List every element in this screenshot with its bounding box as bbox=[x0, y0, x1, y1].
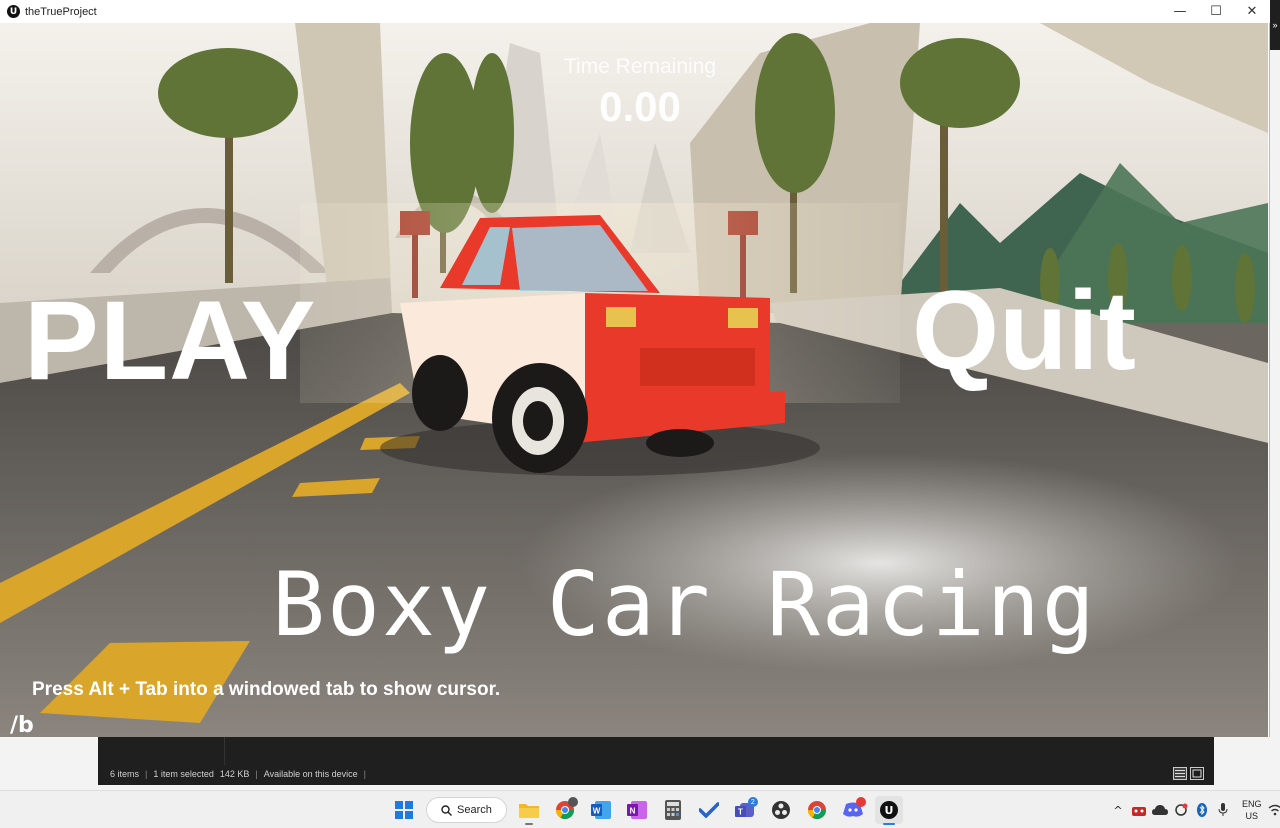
file-explorer-icon[interactable] bbox=[515, 796, 543, 825]
wifi-icon[interactable] bbox=[1267, 802, 1280, 818]
game-viewport[interactable]: Time Remaining 0.00 PLAY Quit Boxy Car R… bbox=[0, 23, 1268, 737]
start-windows-icon[interactable] bbox=[390, 796, 418, 824]
status-separator: | bbox=[255, 769, 258, 779]
time-remaining-label: Time Remaining bbox=[563, 55, 717, 78]
unreal-logo-icon: U bbox=[7, 5, 20, 18]
onedrive-cloud-icon[interactable] bbox=[1152, 802, 1168, 818]
window-title: theTrueProject bbox=[25, 5, 97, 18]
search-label: Search bbox=[457, 804, 492, 816]
input-language[interactable]: ENG US bbox=[1242, 798, 1262, 822]
items-count: 6 items bbox=[110, 769, 140, 779]
teams-notification-badge: 2 bbox=[747, 797, 758, 807]
file-explorer-window: 6 items | 1 item selected 142 KB | Avail… bbox=[98, 737, 1214, 785]
running-indicator bbox=[524, 823, 533, 825]
svg-text:N: N bbox=[629, 807, 635, 816]
chrome-profile-badge bbox=[567, 797, 578, 807]
microphone-icon[interactable] bbox=[1215, 802, 1231, 818]
tray-app-icon[interactable] bbox=[1131, 802, 1147, 818]
chevron-up-icon[interactable]: ^ bbox=[1110, 802, 1126, 818]
view-toggle bbox=[1173, 767, 1204, 780]
running-indicator bbox=[882, 823, 895, 825]
svg-text:W: W bbox=[593, 807, 601, 816]
window-titlebar[interactable]: U theTrueProject — ☐ ✕ bbox=[0, 0, 1270, 23]
selected-count: 1 item selected bbox=[153, 769, 214, 779]
chrome-profile-icon[interactable] bbox=[803, 796, 831, 824]
search-icon bbox=[441, 804, 452, 816]
time-remaining-value: 0.00 bbox=[599, 83, 681, 130]
windows-taskbar: Search W N T 2 U ^ ENG US bbox=[0, 790, 1280, 828]
game-window: U theTrueProject — ☐ ✕ Time Remaining 0.… bbox=[0, 0, 1270, 737]
svg-text:T: T bbox=[738, 808, 743, 817]
todo-check-icon[interactable] bbox=[695, 796, 723, 824]
region-code: US bbox=[1245, 811, 1259, 821]
obs-icon[interactable] bbox=[767, 796, 795, 824]
selected-size: 142 KB bbox=[219, 769, 250, 779]
corner-watermark: /b bbox=[10, 713, 34, 737]
discord-icon[interactable] bbox=[839, 796, 867, 824]
availability-status: Available on this device bbox=[263, 769, 358, 779]
sync-icon[interactable] bbox=[1173, 802, 1189, 818]
cursor-hint-text: Press Alt + Tab into a windowed tab to s… bbox=[32, 679, 501, 700]
teams-icon[interactable]: T 2 bbox=[731, 796, 759, 824]
pane-divider bbox=[224, 737, 225, 765]
side-expand-tab[interactable]: » bbox=[1270, 0, 1280, 50]
bluetooth-icon[interactable] bbox=[1194, 802, 1210, 818]
explorer-status-bar: 6 items | 1 item selected 142 KB | Avail… bbox=[110, 769, 366, 779]
system-tray: ^ ENG US bbox=[1110, 795, 1280, 825]
play-button[interactable]: PLAY bbox=[24, 285, 316, 397]
quit-button[interactable]: Quit bbox=[912, 275, 1136, 387]
window-controls: — ☐ ✕ bbox=[1162, 0, 1270, 23]
status-separator: | bbox=[363, 769, 367, 779]
calculator-icon[interactable] bbox=[659, 796, 687, 824]
maximize-button[interactable]: ☐ bbox=[1198, 0, 1234, 23]
close-button[interactable]: ✕ bbox=[1234, 0, 1270, 23]
taskbar-search-box[interactable]: Search bbox=[426, 797, 507, 823]
word-icon[interactable]: W bbox=[587, 796, 615, 824]
tiles-view-icon[interactable] bbox=[1190, 767, 1204, 780]
chrome-icon[interactable] bbox=[551, 796, 579, 824]
game-title: Boxy Car Racing bbox=[272, 553, 1097, 656]
minimize-button[interactable]: — bbox=[1162, 0, 1198, 23]
taskbar-apps: Search W N T 2 U bbox=[390, 795, 903, 825]
language-code: ENG bbox=[1242, 799, 1262, 809]
discord-notification-dot bbox=[855, 797, 866, 807]
onenote-icon[interactable]: N bbox=[623, 796, 651, 824]
svg-text:U: U bbox=[884, 804, 893, 817]
details-view-icon[interactable] bbox=[1173, 767, 1187, 780]
status-separator: | bbox=[145, 769, 148, 779]
unreal-engine-icon[interactable]: U bbox=[874, 796, 903, 825]
